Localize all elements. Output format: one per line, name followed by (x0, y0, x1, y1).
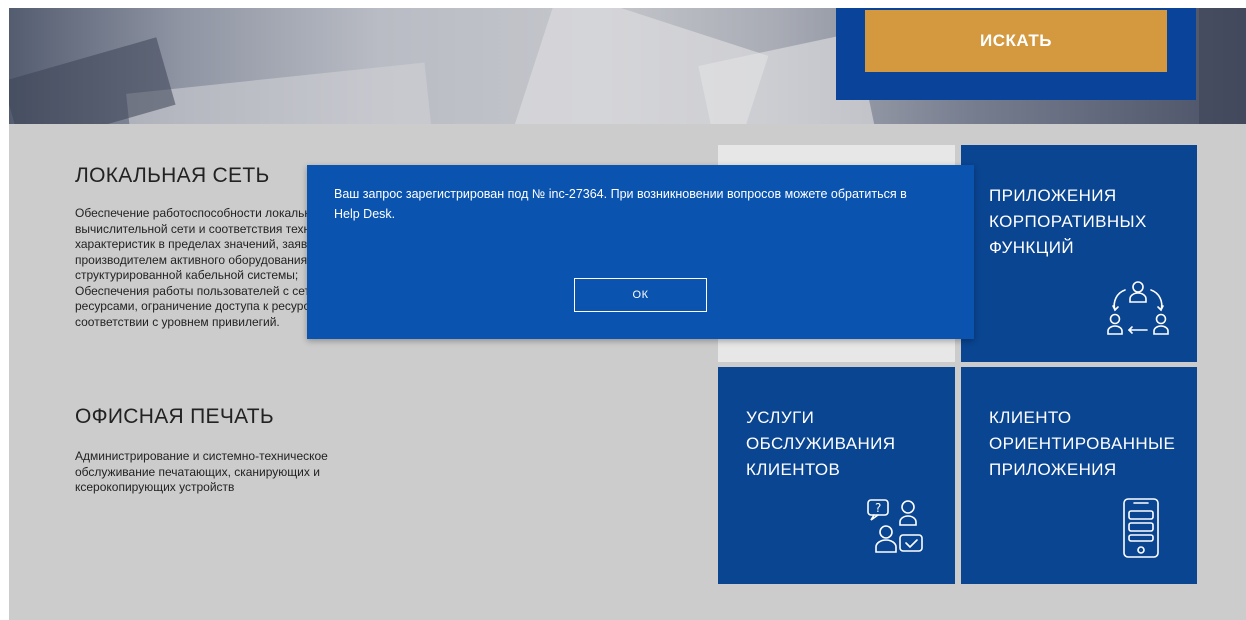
search-button[interactable]: ИСКАТЬ (865, 10, 1167, 72)
confirmation-dialog: Ваш запрос зарегистрирован под № inc-273… (307, 165, 974, 339)
tile-title: ПРИЛОЖЕНИЯ КОРПОРАТИВНЫХ ФУНКЦИЙ (989, 186, 1147, 257)
org-cycle-icon (1107, 281, 1169, 335)
search-panel: ИСКАТЬ (836, 8, 1196, 100)
tile-title: КЛИЕНТО ОРИЕНТИРОВАННЫЕ ПРИЛОЖЕНИЯ (989, 408, 1176, 479)
svg-text:?: ? (875, 501, 881, 515)
hero-banner: ИСКАТЬ (9, 8, 1246, 124)
dialog-message: Ваш запрос зарегистрирован под № inc-273… (334, 187, 907, 221)
tile-client-apps[interactable]: КЛИЕНТО ОРИЕНТИРОВАННЫЕ ПРИЛОЖЕНИЯ (961, 367, 1197, 584)
section-title: ОФИСНАЯ ПЕЧАТЬ (75, 405, 275, 428)
tile-customer-service[interactable]: УСЛУГИ ОБСЛУЖИВАНИЯ КЛИЕНТОВ ? (718, 367, 955, 584)
ok-button[interactable]: ОК (574, 278, 707, 312)
mobile-chat-icon (1123, 498, 1159, 558)
tile-corporate-apps[interactable]: ПРИЛОЖЕНИЯ КОРПОРАТИВНЫХ ФУНКЦИЙ (961, 145, 1197, 362)
support-chat-icon: ? (867, 499, 923, 553)
tile-title: УСЛУГИ ОБСЛУЖИВАНИЯ КЛИЕНТОВ (746, 408, 896, 479)
section-description: Администрирование и системно-техническое… (75, 449, 328, 494)
section-office-print: ОФИСНАЯ ПЕЧАТЬ Администрирование и систе… (75, 405, 405, 496)
